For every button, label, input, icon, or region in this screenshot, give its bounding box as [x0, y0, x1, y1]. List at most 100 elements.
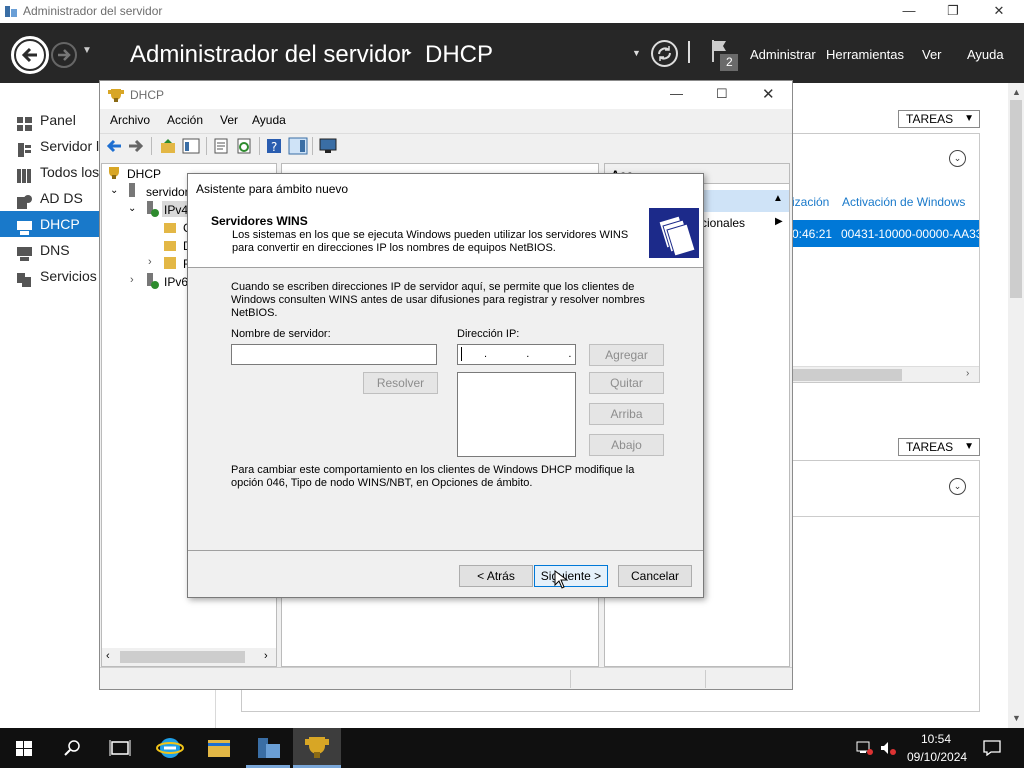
dropdown-icon[interactable]: ▼: [632, 48, 641, 58]
expand-tile-button[interactable]: ⌄: [949, 478, 966, 495]
dhcp-minimize-button[interactable]: —: [670, 86, 683, 101]
menu-ayuda[interactable]: Ayuda: [252, 113, 286, 127]
next-button[interactable]: Siguiente >: [534, 565, 608, 587]
tareas-dropdown-bottom[interactable]: TAREAS ▼: [898, 438, 980, 456]
history-dropdown-icon[interactable]: ▼: [82, 45, 92, 56]
column-header-activacion[interactable]: Activación de Windows: [842, 195, 965, 209]
back-button[interactable]: < Atrás: [459, 565, 533, 587]
help-icon[interactable]: ?: [266, 138, 282, 154]
collapse-icon[interactable]: ⌄: [128, 203, 136, 214]
tree-item-ipv6[interactable]: IPv6: [164, 275, 188, 289]
dhcp-close-button[interactable]: ✕: [762, 85, 775, 103]
properties-icon[interactable]: [213, 138, 229, 154]
notifications-flag[interactable]: 2: [709, 38, 739, 72]
refresh-icon[interactable]: [236, 138, 252, 154]
menu-administrar[interactable]: Administrar: [750, 47, 816, 62]
vertical-scrollbar[interactable]: ▲ ▼: [1008, 83, 1024, 728]
menu-accion[interactable]: Acción: [167, 113, 203, 127]
menu-herramientas[interactable]: Herramientas: [826, 47, 904, 62]
window-title: Administrador del servidor: [23, 4, 163, 18]
menu-ayuda[interactable]: Ayuda: [967, 47, 1004, 62]
tree-item-dhcp[interactable]: DHCP: [127, 167, 161, 181]
scroll-right-icon[interactable]: ›: [264, 650, 268, 662]
clock-date[interactable]: 09/10/2024: [907, 750, 967, 764]
start-button[interactable]: [0, 728, 48, 768]
task-view-button[interactable]: [96, 728, 144, 768]
menu-ver[interactable]: Ver: [922, 47, 942, 62]
actions-more-label[interactable]: cionales: [701, 216, 745, 230]
scroll-down-icon[interactable]: ▼: [1012, 713, 1021, 723]
dhcp-taskbar-button[interactable]: [293, 728, 341, 768]
cancel-button[interactable]: Cancelar: [618, 565, 692, 587]
close-button[interactable]: ✕: [976, 0, 1022, 23]
resolve-button[interactable]: Resolver: [363, 372, 438, 394]
back-arrow-icon[interactable]: [106, 139, 122, 153]
notifications-icon[interactable]: [983, 740, 1001, 756]
dashboard-icon: [17, 113, 32, 131]
submenu-arrow-icon[interactable]: ▶: [775, 216, 783, 227]
remove-button[interactable]: Quitar: [589, 372, 664, 394]
server-manager-button[interactable]: [244, 728, 292, 768]
restore-button[interactable]: ❐: [930, 0, 976, 23]
row-time: 0:46:21: [792, 227, 833, 241]
dhcp-toolbar: ?: [100, 133, 792, 159]
scroll-up-icon[interactable]: ▲: [1012, 87, 1021, 97]
minimize-button[interactable]: —: [886, 0, 932, 23]
expand-icon[interactable]: ›: [148, 256, 152, 268]
wizard-heading: Servidores WINS: [211, 214, 308, 228]
wizard-title-bar: Asistente para ámbito nuevo: [188, 174, 703, 202]
scrollbar-thumb[interactable]: [120, 651, 245, 663]
notification-count: 2: [726, 55, 733, 69]
show-action-pane-icon[interactable]: [288, 137, 308, 155]
tareas-dropdown-top[interactable]: TAREAS ▼: [898, 110, 980, 128]
down-button[interactable]: Abajo: [589, 434, 664, 456]
refresh-button[interactable]: [651, 40, 678, 67]
menu-ver[interactable]: Ver: [220, 113, 238, 127]
horizontal-scrollbar[interactable]: ›: [792, 366, 979, 382]
collapse-icon[interactable]: ⌄: [110, 185, 118, 196]
volume-muted-icon[interactable]: [879, 740, 897, 756]
tree-item-servidor[interactable]: servidor: [146, 185, 189, 199]
server-name-input[interactable]: [231, 344, 437, 365]
up-button[interactable]: Arriba: [589, 403, 664, 425]
ip-address-input[interactable]: . . .: [457, 344, 576, 365]
scrollbar-thumb[interactable]: [792, 369, 902, 381]
search-button[interactable]: [48, 728, 96, 768]
tree-horizontal-scrollbar[interactable]: ‹ ›: [102, 648, 276, 666]
expand-tile-button[interactable]: ⌄: [949, 150, 966, 167]
ip-address-list[interactable]: [457, 372, 576, 457]
back-button[interactable]: [11, 36, 49, 74]
window-title-bar: Administrador del servidor — ❐ ✕: [0, 0, 1024, 23]
scroll-left-icon[interactable]: ‹: [106, 650, 110, 662]
server-icon: [129, 183, 135, 197]
up-folder-icon[interactable]: [160, 138, 176, 154]
text-cursor: [461, 347, 462, 361]
forward-button[interactable]: [51, 42, 77, 68]
network-icon[interactable]: [856, 740, 874, 756]
ipv4-icon: [147, 201, 159, 217]
menu-archivo[interactable]: Archivo: [110, 113, 150, 127]
server-icon: [17, 139, 32, 157]
toolbar-separator: [259, 137, 260, 155]
breadcrumb-root[interactable]: Administrador del servidor: [130, 41, 409, 69]
expand-icon[interactable]: ›: [130, 274, 134, 286]
scroll-right-icon[interactable]: ›: [966, 368, 969, 379]
table-row[interactable]: 0:46:21 00431-10000-00000-AA33: [792, 220, 979, 247]
new-scope-wizard-dialog: Asistente para ámbito nuevo Servidores W…: [187, 173, 704, 598]
clock-time[interactable]: 10:54: [921, 732, 951, 746]
dhcp-maximize-button[interactable]: ☐: [716, 86, 728, 102]
file-explorer-button[interactable]: [195, 728, 243, 768]
forward-arrow-icon[interactable]: [128, 139, 144, 153]
scrollbar-thumb[interactable]: [1010, 100, 1022, 298]
internet-explorer-icon: [156, 738, 184, 758]
dhcp-window-title: DHCP: [130, 88, 165, 102]
add-button[interactable]: Agregar: [589, 344, 664, 366]
tree-item-ipv4[interactable]: IPv4: [164, 203, 188, 217]
internet-explorer-button[interactable]: [146, 728, 194, 768]
show-hide-tree-icon[interactable]: [182, 138, 200, 154]
column-header-actualizacion[interactable]: ización: [792, 195, 829, 209]
dhcp-icon: [109, 167, 119, 179]
wizard-header: Servidores WINS Los sistemas en los que …: [188, 202, 703, 268]
monitor-icon[interactable]: [319, 138, 337, 154]
wizard-intro: Cuando se escriben direcciones IP de ser…: [231, 281, 645, 319]
